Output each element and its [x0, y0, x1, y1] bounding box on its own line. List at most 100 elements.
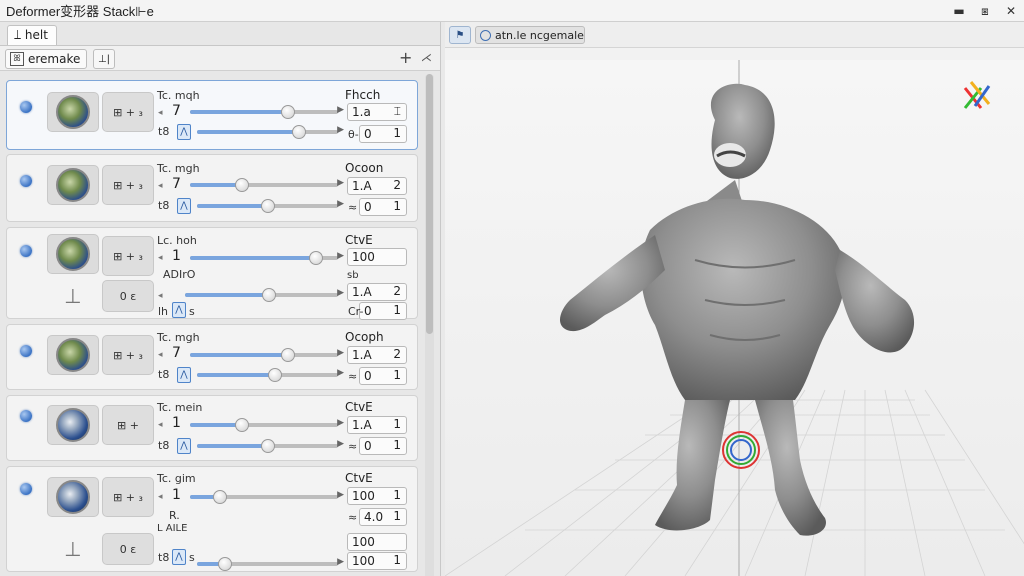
t-label: lh — [158, 305, 169, 318]
value-field-2[interactable]: 1.A 2 — [347, 283, 407, 301]
sphere-thumbnail-icon — [56, 95, 90, 129]
deformer-card[interactable]: ⊞ + ₃ Tc. mgh ◂ 7 ▶ t8 ⋀ ▶ Ocoph 1.A 2 ≈0… — [6, 324, 418, 390]
enable-toggle-icon[interactable] — [20, 101, 32, 113]
deformer-mini-button[interactable]: ⊞ + ₃ — [102, 92, 154, 132]
deformer-card[interactable]: ⊞ + ₃ Tc. mgh ◂ 7 ▶ t8 ⋀ ▶ Ocoon 1.A 2 ≈0… — [6, 154, 418, 222]
prev-arrow-icon[interactable]: ◂ — [158, 350, 163, 360]
close-icon[interactable]: ✕ — [1002, 2, 1020, 20]
viewport-toggle-button[interactable]: ⚑ — [449, 26, 471, 44]
prev-arrow-icon[interactable]: ◂ — [158, 108, 163, 118]
lock-icon[interactable]: ⋀ — [177, 438, 191, 454]
value-field-2[interactable]: ≈0 1 — [348, 437, 407, 455]
deformer-name: Lc. hoh — [157, 234, 197, 247]
deformer-slider-secondary[interactable]: ▶ — [197, 125, 344, 139]
prev-arrow-icon[interactable]: ◂ — [158, 420, 163, 430]
deformer-slider[interactable]: ▶ — [190, 105, 344, 119]
deformer-scrollbar[interactable] — [425, 74, 434, 576]
tab-eremake[interactable]: ꕤ eremake — [5, 49, 87, 69]
deformer-slider-secondary[interactable]: ▶ — [197, 199, 344, 213]
viewport-panel: ⚑ atn.le ncgemale — [445, 22, 1024, 576]
enable-toggle-icon[interactable] — [20, 345, 32, 357]
t-label: t8 — [158, 368, 170, 381]
viewport-tab-label: atn.le ncgemale — [495, 28, 584, 42]
handle-icon[interactable]: ⊥ — [47, 278, 99, 314]
value-field-4[interactable]: 100 1 — [347, 552, 407, 570]
deformer-slider[interactable]: ▶ — [190, 418, 344, 432]
deformer-slider-secondary[interactable]: ▶ — [197, 368, 344, 382]
value-field-3[interactable]: 100 — [347, 533, 407, 551]
value-field[interactable]: 100 — [347, 248, 407, 266]
deformer-slider[interactable]: ▶ — [190, 178, 344, 192]
enable-toggle-icon[interactable] — [20, 245, 32, 257]
deformer-slider[interactable]: ▶ — [190, 251, 344, 265]
prev-arrow-icon[interactable]: ◂ — [158, 181, 163, 191]
tab-helt[interactable]: ⟘ helt — [7, 25, 57, 45]
value-field[interactable]: 1.a ⌶ — [347, 103, 407, 121]
value-field-2[interactable]: ≈0 1 — [348, 198, 407, 216]
deformer-card[interactable]: ⊞ + ₃ Tc. gim ◂ 1 ▶ R. L AILE ⊥ 0 ε t8 ⋀… — [6, 466, 418, 572]
tab-secondary[interactable]: ⊥| — [93, 49, 115, 69]
add-deformer-button[interactable]: + — [399, 48, 412, 67]
value-field-3[interactable]: Cr- 0 1 — [348, 302, 407, 320]
prev-arrow-icon[interactable]: ◂ — [158, 253, 163, 263]
enable-toggle-icon[interactable] — [20, 410, 32, 422]
handle-mini-button[interactable]: 0 ε — [102, 533, 154, 565]
deformer-mini-button[interactable]: ⊞ + ₃ — [102, 477, 154, 517]
value-field-2[interactable]: θ- 0 1 — [348, 125, 407, 143]
lock-icon[interactable]: ⋀ — [172, 549, 186, 565]
deformer-thumbnail[interactable] — [47, 405, 99, 445]
minimize-icon[interactable]: ▬ — [950, 2, 968, 20]
sub-label: R. — [169, 509, 180, 522]
deformer-thumbnail[interactable] — [47, 92, 99, 132]
prev-arrow-icon[interactable]: ◂ — [158, 291, 163, 301]
gizmo — [722, 431, 760, 469]
deformer-name: Tc. mein — [157, 401, 203, 414]
sphere-thumbnail-icon — [56, 480, 90, 514]
handle-mini-button[interactable]: 0 ε — [102, 280, 154, 312]
value-field[interactable]: 100 1 — [347, 487, 407, 505]
deformer-slider-secondary[interactable]: ▶ — [197, 557, 344, 571]
deformer-mini-button[interactable]: ⊞ + ₃ — [102, 165, 154, 205]
3d-viewport[interactable] — [445, 60, 1024, 576]
viewport-scene[interactable] — [445, 60, 1024, 576]
t-label: t8 — [158, 125, 170, 138]
deformer-slider[interactable]: ▶ — [190, 490, 344, 504]
s-label: s — [189, 551, 195, 564]
deformer-mini-button[interactable]: ⊞ + ₃ — [102, 236, 154, 276]
prev-arrow-icon[interactable]: ◂ — [158, 492, 163, 502]
deformer-slider-mid[interactable]: ▶ — [185, 288, 344, 302]
deformer-slider-secondary[interactable]: ▶ — [197, 439, 344, 453]
lock-icon[interactable]: ⋀ — [177, 198, 191, 214]
value-field[interactable]: 1.A 1 — [347, 416, 407, 434]
enable-toggle-icon[interactable] — [20, 175, 32, 187]
deformer-thumbnail[interactable] — [47, 234, 99, 274]
channel-name: Ocoph — [345, 330, 384, 344]
value-field-2[interactable]: ≈0 1 — [348, 367, 407, 385]
value-field-2[interactable]: ≈4.0 1 — [348, 508, 407, 526]
deformer-thumbnail[interactable] — [47, 477, 99, 517]
deformer-card[interactable]: ⊞ + Tc. mein ◂ 1 ▶ t8 ⋀ ▶ CtvE 1.A 1 ≈0 1 — [6, 395, 418, 461]
deformer-card[interactable]: ⊞ + ₃ Tc. mqh ◂ 7 ▶ t8 ⋀ ▶ Fhcch 1.a ⌶ θ-… — [6, 80, 418, 150]
maximize-icon[interactable]: ⧆ — [976, 2, 994, 20]
deformer-value: 7 — [172, 103, 181, 119]
value-field[interactable]: 1.A 2 — [347, 346, 407, 364]
viewport-tab[interactable]: atn.le ncgemale — [475, 26, 585, 44]
scrollbar-thumb[interactable] — [426, 74, 433, 334]
deformer-value: 1 — [172, 248, 181, 264]
deformer-slider[interactable]: ▶ — [190, 348, 344, 362]
value-field[interactable]: 1.A 2 — [347, 177, 407, 195]
handle-icon[interactable]: ⊥ — [47, 531, 99, 567]
deformer-card[interactable]: ⊞ + ₃ Lc. hoh ◂ 1 ▶ ADIrO ⊥ 0 ε ◂ ▶ lh ⋀… — [6, 227, 418, 320]
lock-icon[interactable]: ⋀ — [177, 367, 191, 383]
deformer-stack-panel: ⟘ helt ꕤ eremake ⊥| + ⋌ ⊞ + ₃ Tc. mqh ◂ … — [0, 22, 441, 576]
sphere-thumbnail-icon — [56, 338, 90, 372]
lock-icon[interactable]: ⋀ — [172, 302, 186, 318]
deformer-toolbar: ꕤ eremake ⊥| + ⋌ — [0, 45, 440, 71]
deformer-mini-button[interactable]: ⊞ + ₃ — [102, 335, 154, 375]
deformer-thumbnail[interactable] — [47, 165, 99, 205]
enable-toggle-icon[interactable] — [20, 483, 32, 495]
deformer-mini-button[interactable]: ⊞ + — [102, 405, 154, 445]
lock-icon[interactable]: ⋀ — [177, 124, 191, 140]
deformer-thumbnail[interactable] — [47, 335, 99, 375]
pin-icon[interactable]: ⋌ — [421, 51, 432, 64]
